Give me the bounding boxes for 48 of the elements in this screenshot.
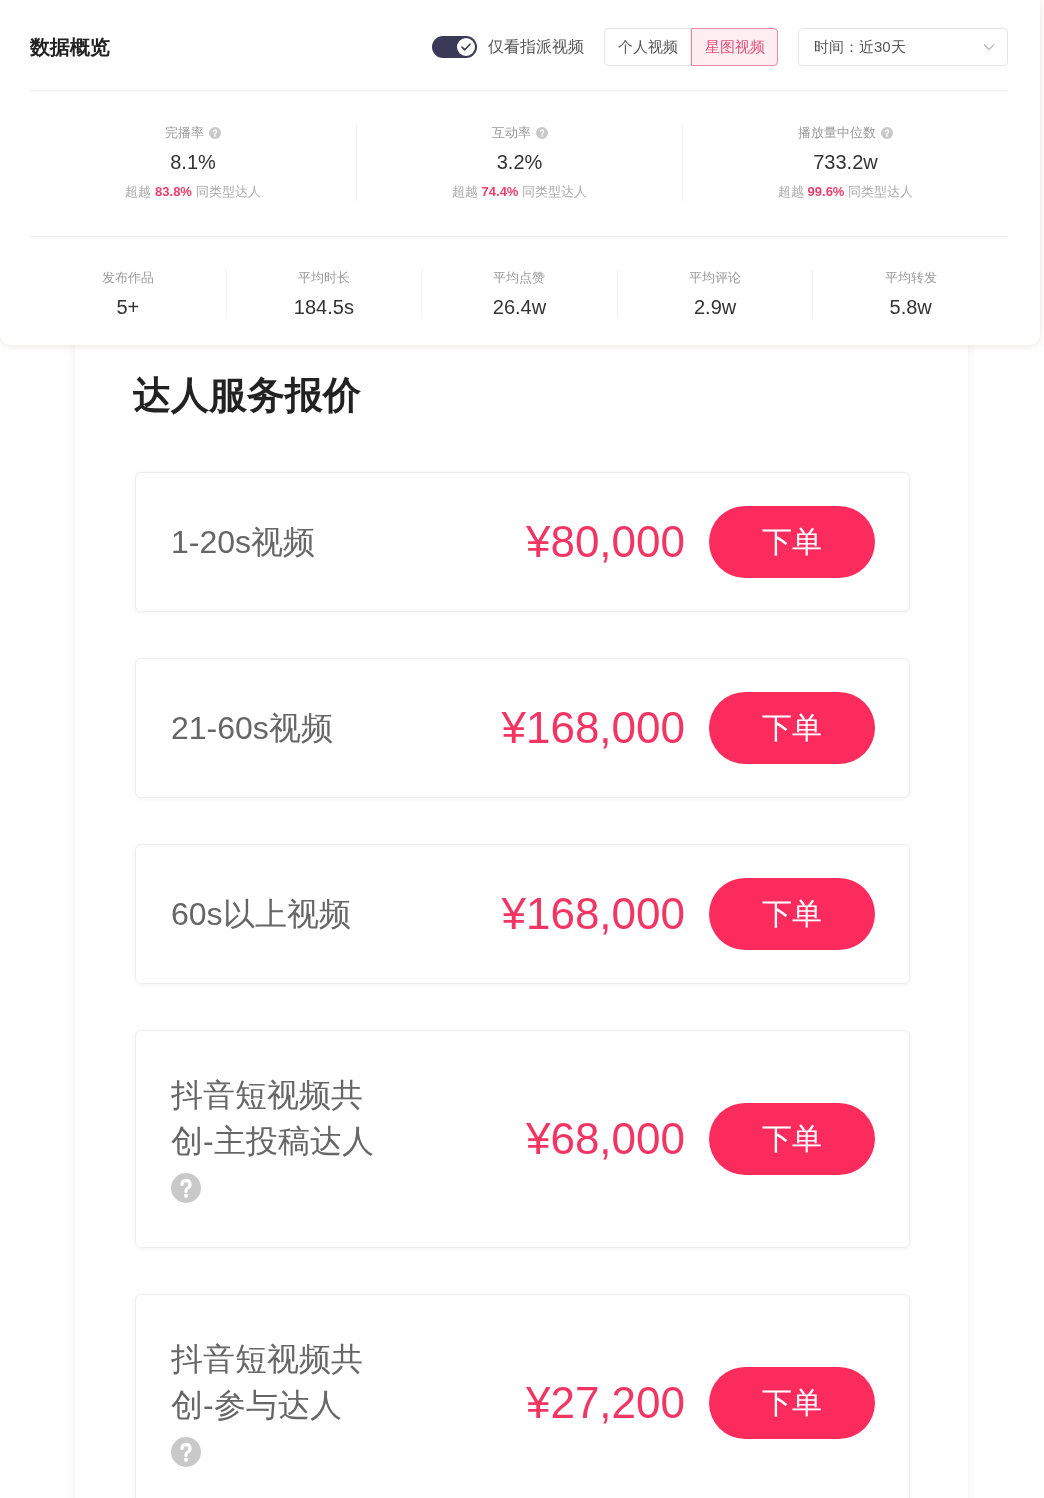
metric-value: 8.1% (170, 150, 216, 174)
help-icon[interactable] (171, 1173, 201, 1203)
chevron-down-icon (983, 43, 995, 51)
stat-label: 发布作品 (101, 269, 154, 287)
section-title: 数据概览 (30, 34, 110, 60)
stat-label: 平均点赞 (493, 269, 546, 287)
service-name: 1-20s视频 (171, 523, 316, 562)
price-text: ¥168,000 (501, 889, 685, 939)
help-icon[interactable] (881, 127, 893, 139)
segment-tab[interactable]: 星图视频 (691, 28, 778, 66)
comparison-text: 超越 99.6% 同类型达人 (777, 183, 914, 201)
help-icon[interactable] (209, 127, 221, 139)
toggle-label: 仅看指派视频 (488, 36, 584, 57)
metric-label: 完播率 (165, 124, 204, 142)
comparison-text: 超越 83.8% 同类型达人 (125, 183, 261, 201)
comparison-text: 超越 74.4% 同类型达人 (451, 183, 588, 201)
service-name: 60s以上视频 (171, 895, 351, 934)
price-text: ¥27,200 (525, 1378, 685, 1428)
order-button[interactable]: 下单 (709, 1103, 875, 1175)
stat-value: 184.5s (293, 295, 354, 319)
price-text: ¥168,000 (501, 703, 685, 753)
metric-value: 3.2% (496, 150, 543, 174)
stat-value: 5.8w (889, 295, 932, 319)
metric-value: 733.2w (813, 150, 878, 174)
service-name: 21-60s视频 (171, 709, 333, 748)
order-button[interactable]: 下单 (709, 878, 875, 950)
service-name: 抖音短视频共创-主投稿达人 (171, 1076, 375, 1161)
pricing-title: 达人服务报价 (133, 373, 361, 418)
stat-label: 平均转发 (884, 269, 937, 287)
order-button[interactable]: 下单 (709, 692, 875, 764)
order-button[interactable]: 下单 (709, 506, 875, 578)
segment-tab[interactable]: 个人视频 (604, 28, 691, 66)
stat-value: 5+ (116, 295, 140, 319)
order-button[interactable]: 下单 (709, 1367, 875, 1439)
price-text: ¥80,000 (525, 517, 685, 567)
service-name: 抖音短视频共创-参与达人 (171, 1340, 364, 1425)
check-icon (461, 43, 471, 51)
stat-value: 2.9w (693, 295, 737, 319)
metric-label: 互动率 (491, 124, 531, 142)
help-icon[interactable] (171, 1437, 201, 1467)
help-icon[interactable] (535, 127, 548, 139)
toggle-switch[interactable] (432, 36, 477, 58)
time-dropdown[interactable]: 时间：近30天 (798, 28, 1008, 66)
stat-label: 平均评论 (689, 269, 742, 287)
stat-label: 平均时长 (297, 269, 350, 287)
metric-label: 播放量中位数 (798, 124, 876, 142)
stat-value: 26.4w (492, 295, 547, 319)
price-text: ¥68,000 (525, 1114, 685, 1164)
